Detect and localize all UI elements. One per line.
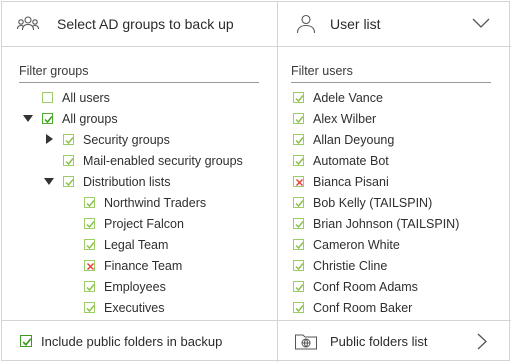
group-row[interactable]: Legal Team [84, 234, 168, 255]
group-label: Mail-enabled security groups [83, 153, 243, 168]
include-public-folders-option[interactable]: Include public folders in backup [20, 321, 275, 361]
group-label: All users [62, 90, 110, 105]
checkbox-checked[interactable] [293, 197, 304, 208]
checkbox-checked[interactable] [293, 281, 304, 292]
chevron-down-icon[interactable] [472, 16, 490, 32]
group-row[interactable]: All users [42, 87, 110, 108]
checkbox-checked[interactable] [293, 134, 304, 145]
groups-header-title: Select AD groups to back up [57, 16, 234, 32]
checkbox-excluded[interactable] [84, 260, 95, 271]
checkbox-checked[interactable] [84, 239, 95, 250]
user-row[interactable]: Automate Bot [293, 150, 389, 171]
checkbox-checked[interactable] [293, 302, 304, 313]
user-label: Christie Cline [313, 258, 388, 273]
public-folders-list-button[interactable]: Public folders list [294, 321, 504, 361]
expand-down-icon[interactable] [44, 178, 54, 185]
user-list-title: User list [330, 16, 381, 32]
group-row[interactable]: Finance Team [84, 255, 182, 276]
user-label: Adele Vance [313, 90, 383, 105]
user-row[interactable]: Cameron White [293, 234, 400, 255]
header-divider [2, 46, 511, 47]
filter-users-input[interactable] [291, 82, 491, 83]
user-row[interactable]: Alex Wilber [293, 108, 376, 129]
user-row[interactable]: Adele Vance [293, 87, 383, 108]
user-row[interactable]: Conf Room Baker [293, 297, 412, 318]
group-row[interactable]: Employees [84, 276, 166, 297]
checkbox-checked[interactable] [293, 239, 304, 250]
user-label: Bob Kelly (TAILSPIN) [313, 195, 433, 210]
checkbox-checked[interactable] [63, 176, 74, 187]
checkbox-checked[interactable] [84, 281, 95, 292]
group-label: Employees [104, 279, 166, 294]
filter-users-label: Filter users [291, 64, 353, 78]
filter-groups-label: Filter groups [19, 64, 89, 78]
group-row[interactable]: Distribution lists [63, 171, 171, 192]
user-label: Conf Room Baker [313, 300, 413, 315]
user-label: Cameron White [313, 237, 400, 252]
checkbox-checked[interactable] [84, 302, 95, 313]
user-list-dropdown[interactable]: User list [294, 2, 504, 46]
filter-groups-input[interactable] [19, 82, 259, 83]
user-icon [294, 12, 318, 36]
group-label: Legal Team [104, 237, 169, 252]
checkbox-checked[interactable] [63, 134, 74, 145]
user-label: Automate Bot [313, 153, 389, 168]
chevron-right-icon[interactable] [477, 333, 487, 353]
user-row[interactable]: Christie Cline [293, 255, 387, 276]
group-label: Security groups [83, 132, 170, 147]
checkbox-checked[interactable] [293, 92, 304, 103]
checkbox-excluded[interactable] [293, 176, 304, 187]
checkbox-empty[interactable] [42, 92, 53, 103]
group-label: Executives [104, 300, 165, 315]
group-row[interactable]: Northwind Traders [84, 192, 206, 213]
user-label: Alex Wilber [313, 111, 377, 126]
checkbox-checked[interactable] [84, 197, 95, 208]
group-row[interactable]: Project Falcon [84, 213, 184, 234]
group-row[interactable]: Security groups [63, 129, 170, 150]
checkbox-checked[interactable] [42, 113, 53, 124]
groups-header: Select AD groups to back up [16, 2, 271, 46]
group-label: All groups [62, 111, 118, 126]
group-label: Northwind Traders [104, 195, 207, 210]
group-row[interactable]: All groups [42, 108, 118, 129]
checkbox-checked[interactable] [84, 218, 95, 229]
user-label: Allan Deyoung [313, 132, 395, 147]
public-folders-list-label: Public folders list [330, 333, 428, 349]
checkbox-checked[interactable] [63, 155, 74, 166]
user-label: Brian Johnson (TAILSPIN) [313, 216, 460, 231]
user-row[interactable]: Allan Deyoung [293, 129, 394, 150]
checkbox-checked[interactable] [293, 155, 304, 166]
user-label: Bianca Pisani [313, 174, 389, 189]
column-divider [277, 2, 278, 362]
include-public-folders-label: Include public folders in backup [41, 333, 223, 349]
user-row[interactable]: Bianca Pisani [293, 171, 389, 192]
user-label: Conf Room Adams [313, 279, 418, 294]
ad-groups-selector-panel: Select AD groups to back up User list Fi… [1, 1, 511, 362]
user-row[interactable]: Conf Room Adams [293, 276, 418, 297]
checkbox-checked[interactable] [293, 113, 304, 124]
collapse-right-icon[interactable] [46, 134, 53, 144]
group-label: Distribution lists [83, 174, 171, 189]
user-row[interactable]: Brian Johnson (TAILSPIN) [293, 213, 459, 234]
group-label: Project Falcon [104, 216, 184, 231]
checkbox-checked[interactable] [293, 218, 304, 229]
group-people-icon [16, 12, 40, 36]
checkbox-checked[interactable] [293, 260, 304, 271]
user-row[interactable]: Bob Kelly (TAILSPIN) [293, 192, 432, 213]
include-public-folders-checkbox[interactable] [20, 335, 32, 347]
group-row[interactable]: Mail-enabled security groups [63, 150, 243, 171]
globe-folder-icon [294, 331, 318, 351]
group-label: Finance Team [104, 258, 183, 273]
expand-down-icon[interactable] [23, 115, 33, 122]
group-row[interactable]: Executives [84, 297, 164, 318]
